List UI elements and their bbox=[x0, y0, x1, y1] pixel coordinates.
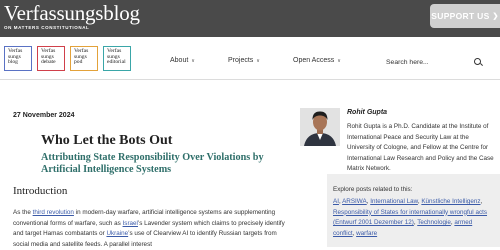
logo-title: Verfassungsblog bbox=[4, 1, 140, 25]
blog-selector: Verfas sungs blog Verfas sungs debate Ve… bbox=[4, 46, 131, 71]
search-placeholder: Search here... bbox=[386, 58, 429, 66]
chevron-down-icon: ∨ bbox=[337, 57, 341, 64]
nav-projects-label: Projects bbox=[228, 57, 254, 64]
support-us-label: SUPPORT US bbox=[431, 11, 490, 21]
blog-link-editorial[interactable]: Verfas sungs editorial bbox=[103, 46, 131, 71]
blog-label-line: editorial bbox=[107, 59, 126, 66]
article-paragraph: As the third revolution in modern-day wa… bbox=[13, 208, 288, 250]
chevron-down-icon: ∨ bbox=[256, 57, 260, 64]
topic-link[interactable]: Künstliche Intelligenz bbox=[421, 198, 480, 205]
topic-link[interactable]: Technologie bbox=[417, 219, 451, 226]
search-icon[interactable] bbox=[474, 58, 482, 66]
related-topics-heading: Explore posts related to this: bbox=[333, 186, 413, 193]
author-bio: Rohit Gupta is a Ph.D. Candidate at the … bbox=[347, 123, 494, 172]
logo-subtitle: ON MATTERS CONSTITUTIONAL bbox=[4, 25, 90, 30]
article-subtitle: Attributing State Responsibility Over Vi… bbox=[41, 152, 264, 175]
link-third-revolution[interactable]: third revolution bbox=[33, 209, 74, 216]
blog-link-verfassungsblog[interactable]: Verfas sungs blog bbox=[4, 46, 32, 71]
nav-about[interactable]: About ∨ bbox=[170, 57, 195, 64]
blog-label-line: debate bbox=[41, 59, 56, 66]
section-heading: Introduction bbox=[13, 185, 68, 197]
chevron-right-icon: ❯ bbox=[492, 13, 499, 20]
blog-link-debate[interactable]: Verfas sungs debate bbox=[37, 46, 65, 71]
topic-link[interactable]: warfare bbox=[356, 230, 377, 237]
topic-link[interactable]: ARSIWA bbox=[342, 198, 367, 205]
topic-link[interactable]: International Law bbox=[370, 198, 418, 205]
link-israel[interactable]: Israel bbox=[123, 220, 138, 227]
topic-link[interactable]: AI bbox=[333, 198, 339, 205]
chevron-down-icon: ∨ bbox=[191, 57, 195, 64]
blog-label-line: blog bbox=[8, 59, 18, 66]
author-photo bbox=[300, 108, 340, 146]
blog-link-pod[interactable]: Verfas sungs pod bbox=[70, 46, 98, 71]
link-ukraine[interactable]: Ukraine bbox=[106, 230, 128, 237]
nav-projects[interactable]: Projects ∨ bbox=[228, 57, 260, 64]
header-divider bbox=[0, 79, 500, 80]
blog-label-line: pod bbox=[74, 59, 83, 66]
article-date: 27 November 2024 bbox=[13, 112, 75, 119]
site-logo[interactable]: Verfassungsblog ON MATTERS CONSTITUTIONA… bbox=[4, 1, 140, 31]
search-input[interactable]: Search here... bbox=[386, 56, 482, 68]
paragraph-text: As the bbox=[13, 209, 33, 216]
author-name[interactable]: Rohit Gupta bbox=[347, 109, 387, 116]
support-us-button[interactable]: SUPPORT US ❯ bbox=[430, 4, 500, 28]
related-topics-list: AI, ARSIWA, International Law, Künstlich… bbox=[333, 198, 488, 237]
nav-open-access[interactable]: Open Access ∨ bbox=[293, 57, 341, 64]
nav-about-label: About bbox=[170, 57, 189, 64]
article-title: Who Let the Bots Out bbox=[41, 133, 173, 148]
nav-open-access-label: Open Access bbox=[293, 57, 335, 64]
site-header: Verfassungsblog ON MATTERS CONSTITUTIONA… bbox=[0, 0, 500, 37]
